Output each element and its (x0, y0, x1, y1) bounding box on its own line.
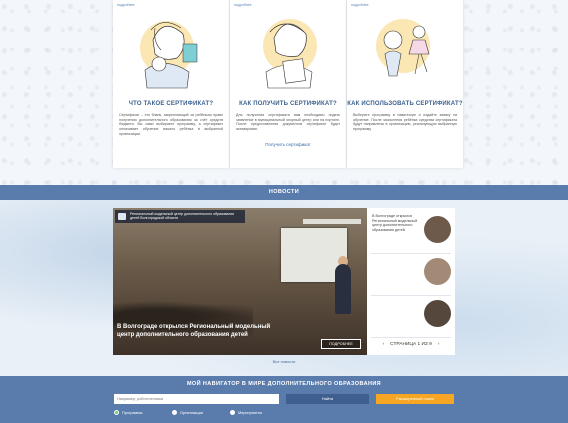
main-news-title[interactable]: В Волгограде открылся Региональный модел… (117, 324, 279, 339)
speaker (335, 264, 351, 314)
card-tag[interactable]: подробнее (234, 3, 252, 7)
woman-document-illustration (263, 19, 317, 89)
card-title: ЧТО ТАКОЕ СЕРТИФИКАТ? (128, 101, 214, 107)
card-tag[interactable]: подробнее (117, 3, 135, 7)
all-news-link[interactable]: Все новости (0, 359, 568, 364)
navigator-title: МОЙ НАВИГАТОР В МИРЕ ДОПОЛНИТЕЛЬНОГО ОБР… (186, 381, 382, 387)
radio-label: Организации (180, 410, 203, 415)
chevron-right-icon[interactable]: › (438, 342, 440, 347)
card-text: Сертификат – это бланк, закрепляющий за … (119, 113, 223, 136)
badge-text: Региональный модельный центр дополнитель… (130, 212, 234, 221)
side-news-list: В Волгограде открылся Региональный модел… (367, 208, 455, 355)
center-logo-icon (118, 213, 126, 220)
info-card-what: подробнее ЧТО ТАКОЕ СЕРТИФИКАТ? Сертифик… (113, 0, 229, 168)
list-item[interactable]: В Волгограде открылся Региональный модел… (371, 214, 451, 254)
search-input[interactable] (114, 394, 279, 404)
search-button[interactable]: Найти (286, 394, 369, 404)
banner-stripe (303, 219, 361, 224)
side-news-text[interactable]: В Волгограде открылся Региональный модел… (372, 214, 420, 232)
radio-programs[interactable]: Программы (114, 410, 143, 415)
side-news-thumbnail[interactable] (424, 258, 451, 285)
get-certificate-link[interactable]: Получить сертификат (230, 142, 346, 147)
card-text: Для получения сертификата вам необходимо… (236, 113, 340, 132)
card-title: КАК ПОЛУЧИТЬ СЕРТИФИКАТ? (239, 101, 337, 107)
side-news-thumbnail[interactable] (424, 216, 451, 243)
info-card-how-get: подробнее КАК ПОЛУЧИТЬ СЕРТИФИКАТ? Для п… (230, 0, 346, 168)
card-text: Выберите программу в навигаторе и подайт… (353, 113, 457, 132)
pagination: ‹ СТРАНИЦА 1 ИЗ 9 › (367, 340, 455, 349)
search-type-radios: Программы Организации Мероприятия (114, 410, 454, 418)
girl-ballet-illustration (376, 19, 430, 77)
page-indicator: СТРАНИЦА 1 ИЗ 9 (390, 342, 432, 347)
info-card-how-use: подробнее КАК ИСПОЛЬЗОВАТЬ СЕРТИФИКАТ? В… (347, 0, 463, 168)
list-item[interactable] (371, 256, 451, 296)
radio-icon[interactable] (230, 410, 235, 415)
center-badge: Региональный модельный центр дополнитель… (115, 210, 245, 223)
card-title: КАК ИСПОЛЬЗОВАТЬ СЕРТИФИКАТ? (347, 101, 463, 107)
radio-events[interactable]: Мероприятия (230, 410, 262, 415)
mother-child-illustration (140, 21, 198, 89)
side-news-thumbnail[interactable] (424, 300, 451, 327)
card-tag[interactable]: подробнее (351, 3, 369, 7)
chevron-left-icon[interactable]: ‹ (383, 342, 385, 347)
extended-search-button[interactable]: Расширенный поиск (376, 394, 454, 404)
news-header: НОВОСТИ (0, 185, 568, 200)
radio-label: Программы (122, 410, 143, 415)
radio-icon[interactable] (114, 410, 119, 415)
list-item[interactable] (371, 298, 451, 338)
main-news-item[interactable]: Региональный модельный центр дополнитель… (113, 208, 367, 355)
radio-organizations[interactable]: Организации (172, 410, 203, 415)
radio-label: Мероприятия (238, 410, 262, 415)
radio-icon[interactable] (172, 410, 177, 415)
more-button[interactable]: ПОДРОБНЕЕ (321, 339, 361, 349)
